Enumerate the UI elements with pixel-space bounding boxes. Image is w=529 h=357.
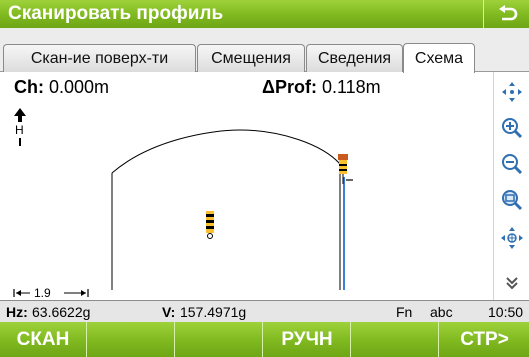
pan-icon xyxy=(502,82,522,102)
map-toolbar xyxy=(493,72,529,300)
zoom-in-icon xyxy=(502,118,523,139)
tab-surface-scan[interactable]: Скан-ие поверх-ти xyxy=(3,44,196,72)
tab-label: Сведения xyxy=(317,49,392,67)
back-button[interactable] xyxy=(483,0,529,28)
north-label: H xyxy=(15,123,24,137)
zoom-out-icon xyxy=(502,154,523,175)
softkey-label: РУЧН xyxy=(281,328,333,350)
zoom-in-button[interactable] xyxy=(494,112,529,144)
softkey-scan[interactable]: СКАН xyxy=(0,322,87,357)
zoom-out-button[interactable] xyxy=(494,148,529,180)
ch-label: Ch: xyxy=(14,76,44,97)
softkey-2[interactable] xyxy=(88,322,175,357)
hz-value: 63.6622g xyxy=(32,304,91,320)
center-on-point-icon xyxy=(501,227,523,249)
softkey-bar: СКАН РУЧН СТР> xyxy=(0,322,529,357)
scroll-down-button[interactable] xyxy=(494,268,529,298)
tab-strip: Скан-ие поверх-ти Смещения Сведения Схем… xyxy=(0,28,529,73)
target-pole-icon xyxy=(206,211,214,239)
ch-readout: Ch: 0.000m xyxy=(14,74,110,100)
center-button[interactable] xyxy=(494,222,529,254)
tab-label: Схема xyxy=(414,49,464,67)
softkey-page[interactable]: СТР> xyxy=(440,322,529,357)
status-bar: Hz: 63.6622g V: 157.4971g Fn abc 10:50 xyxy=(0,300,529,322)
scale-label: 1.9 xyxy=(34,286,51,300)
profile-plot-canvas: H 1.9 xyxy=(13,108,353,300)
hz-label: Hz: xyxy=(6,304,28,320)
tab-plot[interactable]: Схема xyxy=(403,43,475,73)
clock: 10:50 xyxy=(488,304,524,320)
v-label: V: xyxy=(162,304,176,320)
tab-offsets[interactable]: Смещения xyxy=(197,44,305,72)
north-arrow-icon xyxy=(14,108,26,122)
tab-label: Скан-ие поверх-ти xyxy=(30,49,169,67)
tab-label: Смещения xyxy=(211,49,291,67)
scale-bar xyxy=(13,289,89,297)
softkey-5[interactable] xyxy=(352,322,439,357)
profile-plot[interactable]: H 1.9 xyxy=(0,72,493,300)
dprof-label: ΔProf: xyxy=(262,76,317,97)
v-value: 157.4971g xyxy=(180,304,247,320)
softkey-3[interactable] xyxy=(176,322,263,357)
ch-value: 0.000m xyxy=(49,76,110,97)
zoom-extent-button[interactable] xyxy=(494,184,529,216)
softkey-label: СКАН xyxy=(16,328,70,350)
return-arrow-icon xyxy=(498,5,517,21)
pan-button[interactable] xyxy=(494,76,529,108)
dprof-value: 0.118m xyxy=(321,76,381,97)
profile-curve xyxy=(111,129,341,174)
softkey-label: СТР> xyxy=(460,328,509,350)
fn-indicator[interactable]: Fn xyxy=(396,304,412,320)
input-mode-indicator[interactable]: abc xyxy=(430,304,453,320)
title-bar: Сканировать профиль xyxy=(0,0,529,28)
softkey-manual[interactable]: РУЧН xyxy=(264,322,351,357)
scroll-down-icon xyxy=(506,277,518,290)
zoom-extent-icon xyxy=(502,190,523,211)
tab-info[interactable]: Сведения xyxy=(306,44,403,72)
dprof-readout: ΔProf: 0.118m xyxy=(262,74,381,100)
page-title: Сканировать профиль xyxy=(8,3,224,24)
